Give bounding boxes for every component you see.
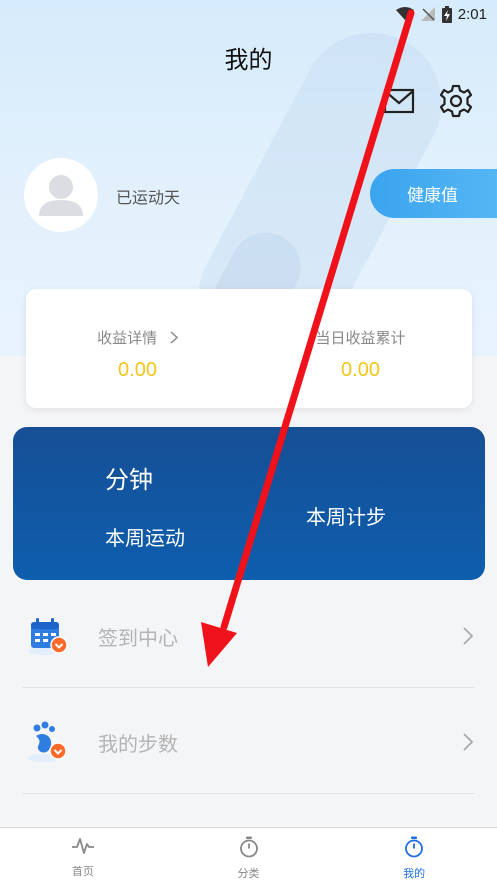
weekly-exercise-label: 本周运动 xyxy=(105,526,185,550)
weekly-steps-label: 本周计步 xyxy=(306,505,386,529)
calendar-checkin-icon xyxy=(26,614,72,660)
daily-earnings: 当日收益累计 0.00 xyxy=(249,289,472,408)
page-title: 我的 xyxy=(224,46,273,74)
earnings-card: 收益详情 0.00 当日收益累计 0.00 xyxy=(26,289,472,408)
tab-label: 首页 xyxy=(71,865,94,878)
menu-item-checkin[interactable]: 签到中心 xyxy=(22,584,475,688)
daily-earnings-label: 当日收益累计 xyxy=(315,329,406,347)
menu-item-label: 签到中心 xyxy=(98,626,178,650)
menu-item-label: 我的步数 xyxy=(98,732,178,756)
footprints-icon xyxy=(26,720,72,766)
exercise-days-text: 已运动天 xyxy=(116,188,181,207)
chevron-right-icon xyxy=(461,626,475,646)
tab-label: 我的 xyxy=(403,867,426,880)
earnings-details[interactable]: 收益详情 0.00 xyxy=(26,289,249,408)
daily-earnings-value: 0.00 xyxy=(341,359,380,381)
tab-home[interactable]: 首页 xyxy=(0,828,166,883)
weekly-minutes-label: 分钟 xyxy=(105,466,153,494)
bottom-tab-bar: 首页 分类 我的 xyxy=(0,827,497,883)
tab-label: 分类 xyxy=(237,867,260,880)
status-bar: 2:01 xyxy=(0,0,497,28)
menu-item-my-steps[interactable]: 我的步数 xyxy=(22,690,475,794)
chevron-right-icon xyxy=(170,330,179,348)
gear-icon[interactable] xyxy=(438,83,474,119)
tab-category[interactable]: 分类 xyxy=(166,828,332,883)
tab-mine[interactable]: 我的 xyxy=(331,828,497,883)
stopwatch-icon xyxy=(403,836,425,862)
chevron-right-icon xyxy=(461,732,475,752)
signal-off-icon xyxy=(420,6,436,22)
user-silhouette-icon xyxy=(39,175,83,216)
avatar[interactable] xyxy=(24,158,98,232)
earnings-details-label: 收益详情 xyxy=(97,329,158,347)
stopwatch-icon xyxy=(238,836,260,862)
weekly-stats-card: 分钟 本周运动 本周计步 xyxy=(13,427,485,580)
status-time: 2:01 xyxy=(457,5,487,23)
pulse-icon xyxy=(71,836,95,860)
earnings-details-label-row: 收益详情 xyxy=(26,327,249,348)
battery-charging-icon xyxy=(441,5,452,23)
mail-icon[interactable] xyxy=(383,85,415,117)
wifi-icon xyxy=(395,7,414,21)
health-value-button[interactable]: 健康值 xyxy=(370,169,497,218)
earnings-details-value: 0.00 xyxy=(118,359,157,381)
